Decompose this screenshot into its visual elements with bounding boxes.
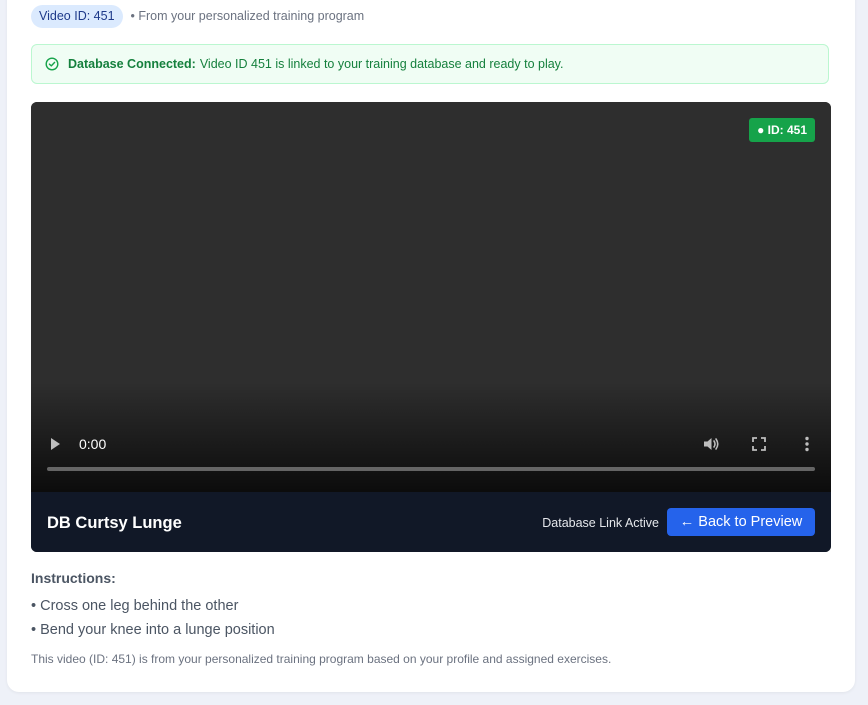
video-id-pill: Video ID: 451 xyxy=(31,4,123,28)
instructions-list: • Cross one leg behind the other • Bend … xyxy=(31,597,275,645)
video-player[interactable]: ● ID: 451 0:00 DB Curtsy Lunge Database … xyxy=(31,102,831,552)
footnote: This video (ID: 451) is from your person… xyxy=(31,652,612,666)
alert-title: Database Connected: xyxy=(68,57,196,71)
video-title: DB Curtsy Lunge xyxy=(47,514,182,532)
video-id-badge: ● ID: 451 xyxy=(749,118,815,142)
play-icon[interactable] xyxy=(48,436,62,452)
fullscreen-icon[interactable] xyxy=(749,434,769,454)
video-surface[interactable]: ● ID: 451 0:00 xyxy=(31,102,831,492)
database-link-status: Database Link Active xyxy=(542,516,659,530)
alert-message: Video ID 451 is linked to your training … xyxy=(199,57,564,71)
more-options-icon[interactable] xyxy=(797,434,817,454)
check-circle-icon xyxy=(45,57,59,71)
back-to-preview-button[interactable]: ← Back to Preview xyxy=(667,508,815,536)
video-info-bar: DB Curtsy Lunge Database Link Active ← B… xyxy=(31,492,831,552)
instruction-item: • Bend your knee into a lunge position xyxy=(31,622,275,638)
video-meta-row: Video ID: 451 • From your personalized t… xyxy=(31,4,364,28)
instructions-heading: Instructions: xyxy=(31,570,116,586)
video-controls: 0:00 xyxy=(31,422,831,492)
progress-bar[interactable] xyxy=(47,467,815,471)
volume-icon[interactable] xyxy=(701,434,721,454)
current-time: 0:00 xyxy=(79,436,107,452)
video-source-text: • From your personalized training progra… xyxy=(130,9,365,23)
database-connected-alert: Database Connected: Video ID 451 is link… xyxy=(31,44,829,84)
instruction-item: • Cross one leg behind the other xyxy=(31,598,239,614)
